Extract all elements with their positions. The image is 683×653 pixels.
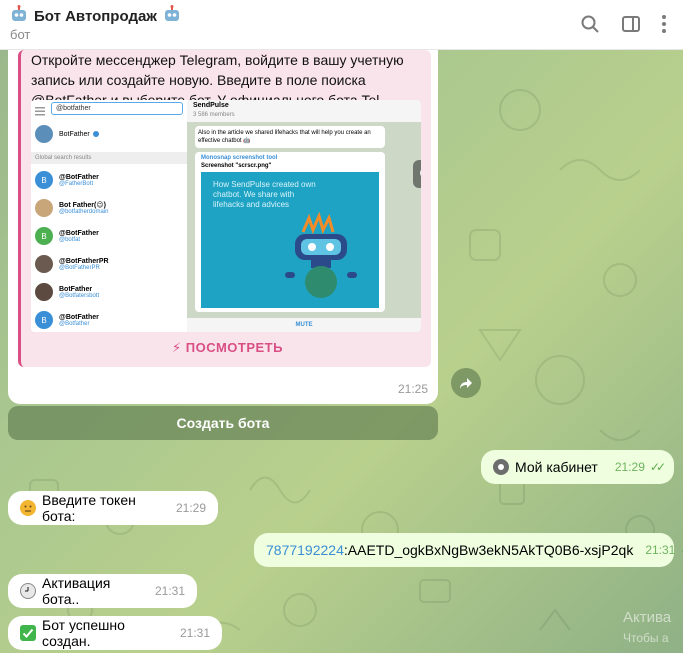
avatar: B xyxy=(35,171,53,189)
message-text: Бот успешно создан. xyxy=(42,617,125,649)
token-link[interactable]: 7877192224 xyxy=(266,542,344,558)
verified-icon xyxy=(92,131,99,137)
preview-result-handle: @Botfather xyxy=(59,320,90,327)
avatar xyxy=(35,199,53,217)
forward-icon[interactable] xyxy=(451,368,481,398)
preview-channel-members: 3 586 members xyxy=(193,112,235,118)
preview-result-name: Bot Father(😉) xyxy=(59,202,106,209)
preview-result-info: @BotFather @Botfather xyxy=(59,314,99,327)
preview-mute-bar: MUTE xyxy=(187,318,421,332)
search-icon[interactable] xyxy=(578,12,602,36)
preview-global-label: Global search results xyxy=(31,152,187,164)
preview-result-info: Bot Father(😉) @botfatherdomain xyxy=(59,201,108,215)
read-receipt-icon: ✓✓ xyxy=(649,460,666,474)
avatar xyxy=(35,125,53,143)
preview-result-info: @BotFatherPR @BotFatherPR xyxy=(59,258,109,271)
preview-channel-name: SendPulse xyxy=(193,102,229,109)
preview-channel-header: SendPulse 3 586 members xyxy=(187,100,421,122)
preview-link-title: Monosnap screenshot tool xyxy=(201,155,278,161)
chat-subtitle: бот xyxy=(10,27,31,42)
preview-result-row: BotFather @Botfatersbott xyxy=(31,278,187,306)
avatar: B xyxy=(35,227,53,245)
sidebar-toggle-icon[interactable] xyxy=(619,12,643,36)
hamburger-icon xyxy=(35,104,45,116)
preview-result-handle: @botfat xyxy=(59,236,81,243)
incoming-message[interactable]: Введите токен бота: 21:29 xyxy=(8,491,218,525)
preview-top-result-name: BotFather xyxy=(59,130,90,138)
preview-result-name: @BotFatherPR xyxy=(59,257,109,265)
preview-result-row: Bot Father(😉) @botfatherdomain xyxy=(31,194,187,222)
chat-header: Бот Автопродаж бот xyxy=(0,0,683,50)
robot-icon xyxy=(163,5,181,27)
robot-icon xyxy=(10,5,28,27)
message-time: 21:29 xyxy=(614,460,645,474)
preview-channel-text: Also in the article we shared lifehacks … xyxy=(198,130,371,144)
preview-link-card: Monosnap screenshot tool Screenshot "scr… xyxy=(195,152,385,312)
preview-result-info: @BotFather @botfat xyxy=(59,230,99,243)
watermark-line-2: Чтобы а xyxy=(623,631,669,645)
preview-channel-panel: SendPulse 3 586 members Also in the arti… xyxy=(187,100,421,332)
preview-image[interactable]: @botfather BotFather Global search resul… xyxy=(31,100,421,332)
preview-top-result: BotFather xyxy=(31,120,187,148)
outgoing-message[interactable]: Мой кабинет 21:29 ✓✓ xyxy=(481,450,674,484)
message-time: 21:31 xyxy=(154,584,185,598)
preview-result-info: BotFather @Botfatersbott xyxy=(59,286,99,299)
message-text: Мой кабинет xyxy=(515,459,598,475)
message-emoji-icon xyxy=(493,459,509,475)
message-emoji-icon xyxy=(20,500,36,516)
preview-result-row: @BotFatherPR @BotFatherPR xyxy=(31,250,187,278)
message-text: Активация бота.. xyxy=(42,575,111,607)
preview-banner-text: How SendPulse created own chatbot. We sh… xyxy=(213,180,316,209)
preview-result-handle: @Botfatersbott xyxy=(59,292,100,299)
preview-result-name: BotFather xyxy=(59,285,93,293)
chat-title-text: Бот Автопродаж xyxy=(34,7,157,25)
chat-title[interactable]: Бот Автопродаж xyxy=(10,5,181,27)
link-preview[interactable]: Откройте мессенджер Telegram, войдите в … xyxy=(18,50,431,367)
preview-result-info: @BotFather @FatherBott xyxy=(59,174,99,187)
robot-illustration xyxy=(285,212,357,298)
zoom-icon[interactable] xyxy=(413,160,421,188)
preview-result-handle: @FatherBott xyxy=(59,180,94,187)
preview-result-handle: @BotFatherPR xyxy=(59,264,100,271)
message-time: 21:25 xyxy=(397,382,428,396)
message-time: 21:31 xyxy=(179,626,210,640)
avatar xyxy=(35,283,53,301)
message-time: 21:31 xyxy=(645,543,676,557)
incoming-message[interactable]: Активация бота.. 21:31 xyxy=(8,574,197,608)
view-button[interactable]: ⚡ ПОСМОТРЕТЬ xyxy=(21,340,431,356)
message-emoji-icon xyxy=(20,583,36,599)
preview-result-name: @BotFather xyxy=(59,229,99,237)
preview-channel-post: Also in the article we shared lifehacks … xyxy=(195,126,385,148)
more-menu-icon[interactable] xyxy=(652,12,676,36)
create-bot-button[interactable]: Создать бота xyxy=(8,406,438,440)
preview-search-input: @botfather xyxy=(51,102,183,115)
preview-result-name: @BotFather xyxy=(59,173,99,181)
message-emoji-icon xyxy=(20,625,36,641)
message-time: 21:29 xyxy=(175,501,206,515)
preview-result-row: B @BotFather @botfat xyxy=(31,222,187,250)
message-text: :AAETD_ogkBxNgBw3ekN5AkTQ0B6-xsjP2qk xyxy=(343,542,634,558)
chat-area[interactable]: Откройте мессенджер Telegram, войдите в … xyxy=(0,50,683,653)
message-text: Введите токен бота: xyxy=(42,492,136,524)
preview-link-sub: Screenshot "scrscr.png" xyxy=(201,163,272,169)
avatar xyxy=(35,255,53,273)
preview-result-row: B @BotFather @Botfather xyxy=(31,306,187,332)
preview-result-row: B @BotFather @FatherBott xyxy=(31,166,187,194)
preview-result-name: @BotFather xyxy=(59,313,99,321)
avatar: B xyxy=(35,311,53,329)
preview-search-panel: @botfather BotFather Global search resul… xyxy=(31,100,187,332)
outgoing-message[interactable]: 7877192224:AAETD_ogkBxNgBw3ekN5AkTQ0B6-x… xyxy=(254,533,683,567)
incoming-message[interactable]: Бот успешно создан. 21:31 xyxy=(8,616,222,650)
watermark-line-1: Актива xyxy=(623,609,672,626)
preview-banner: How SendPulse created own chatbot. We sh… xyxy=(201,172,379,308)
activation-watermark: Актива Чтобы а xyxy=(623,608,671,648)
article-message[interactable]: Откройте мессенджер Telegram, войдите в … xyxy=(8,50,438,404)
preview-result-handle: @botfatherdomain xyxy=(59,209,109,215)
